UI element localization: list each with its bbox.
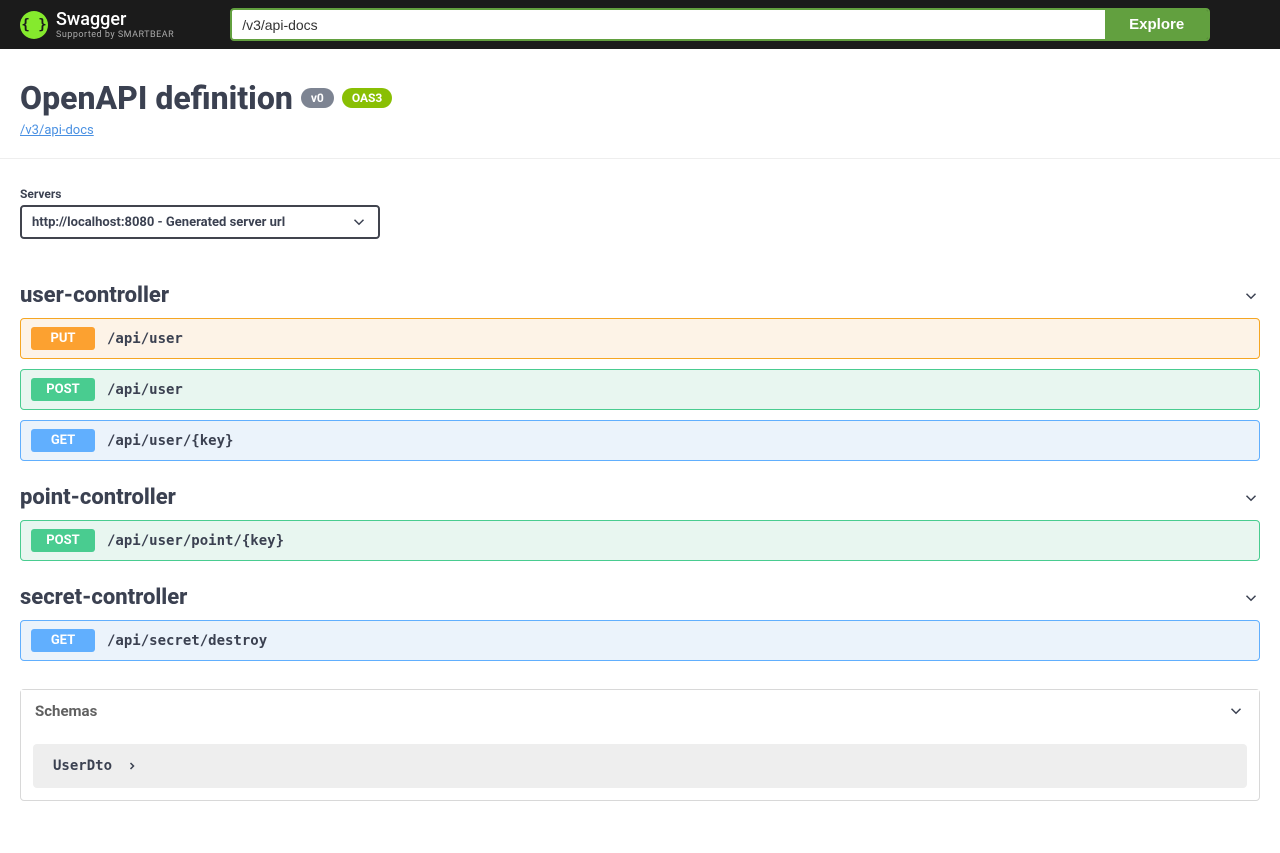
schema-item[interactable]: UserDto xyxy=(33,744,1247,788)
operation-path: /api/user xyxy=(107,382,183,398)
operation-path: /api/user/point/{key} xyxy=(107,533,284,549)
operation-path: /api/user/{key} xyxy=(107,433,233,449)
servers-section: Servers http://localhost:8080 - Generate… xyxy=(0,159,1280,259)
server-selected-value: http://localhost:8080 - Generated server… xyxy=(32,215,285,230)
chevron-down-icon xyxy=(1242,589,1260,607)
operations-content: user-controllerPUT/api/userPOST/api/user… xyxy=(0,277,1280,831)
explore-button[interactable]: Explore xyxy=(1105,10,1208,39)
title-row: OpenAPI definition v0 OAS3 xyxy=(20,79,1260,117)
http-method-badge: GET xyxy=(31,629,95,652)
schemas-header[interactable]: Schemas xyxy=(21,690,1259,732)
oas-badge: OAS3 xyxy=(342,88,393,108)
schemas-title: Schemas xyxy=(35,702,97,720)
tag-section: secret-controller GET/api/secret/destroy xyxy=(20,579,1260,661)
operation-path: /api/user xyxy=(107,331,183,347)
version-badge: v0 xyxy=(301,88,334,108)
tag-name: point-controller xyxy=(20,485,176,510)
spec-url-input[interactable] xyxy=(232,10,1105,39)
operation-path: /api/secret/destroy xyxy=(107,633,267,649)
operation-block[interactable]: GET/api/secret/destroy xyxy=(20,620,1260,661)
tag-name: user-controller xyxy=(20,283,169,308)
tag-header[interactable]: user-controller xyxy=(20,277,1260,318)
tag-section: point-controller POST/api/user/point/{key… xyxy=(20,479,1260,561)
chevron-right-icon xyxy=(126,760,138,772)
tag-header[interactable]: point-controller xyxy=(20,479,1260,520)
tag-section: user-controllerPUT/api/userPOST/api/user… xyxy=(20,277,1260,461)
http-method-badge: GET xyxy=(31,429,95,452)
operation-block[interactable]: POST/api/user/point/{key} xyxy=(20,520,1260,561)
tag-header[interactable]: secret-controller xyxy=(20,579,1260,620)
topbar: { } Swagger Supported by SMARTBEAR Explo… xyxy=(0,0,1280,49)
servers-label: Servers xyxy=(20,187,1260,201)
logo-text-wrap: Swagger Supported by SMARTBEAR xyxy=(56,9,174,40)
operation-block[interactable]: POST/api/user xyxy=(20,369,1260,410)
chevron-down-icon xyxy=(1227,702,1245,720)
chevron-down-icon xyxy=(350,213,368,231)
logo: { } Swagger Supported by SMARTBEAR xyxy=(20,9,174,40)
brand-name: Swagger xyxy=(56,9,174,30)
tag-name: secret-controller xyxy=(20,585,187,610)
brand-subtitle: Supported by SMARTBEAR xyxy=(56,30,174,40)
http-method-badge: PUT xyxy=(31,327,95,350)
swagger-logo-icon: { } xyxy=(20,11,48,39)
http-method-badge: POST xyxy=(31,529,95,552)
operation-block[interactable]: PUT/api/user xyxy=(20,318,1260,359)
info-section: OpenAPI definition v0 OAS3 /v3/api-docs xyxy=(0,49,1280,159)
chevron-down-icon xyxy=(1242,489,1260,507)
schema-name: UserDto xyxy=(53,758,112,774)
base-url-link[interactable]: /v3/api-docs xyxy=(20,123,1260,138)
explore-form: Explore xyxy=(230,8,1210,41)
server-select[interactable]: http://localhost:8080 - Generated server… xyxy=(20,205,380,239)
api-title: OpenAPI definition xyxy=(20,79,293,117)
schemas-section: Schemas UserDto xyxy=(20,689,1260,801)
chevron-down-icon xyxy=(1242,287,1260,305)
schema-list: UserDto xyxy=(21,732,1259,800)
operation-block[interactable]: GET/api/user/{key} xyxy=(20,420,1260,461)
http-method-badge: POST xyxy=(31,378,95,401)
